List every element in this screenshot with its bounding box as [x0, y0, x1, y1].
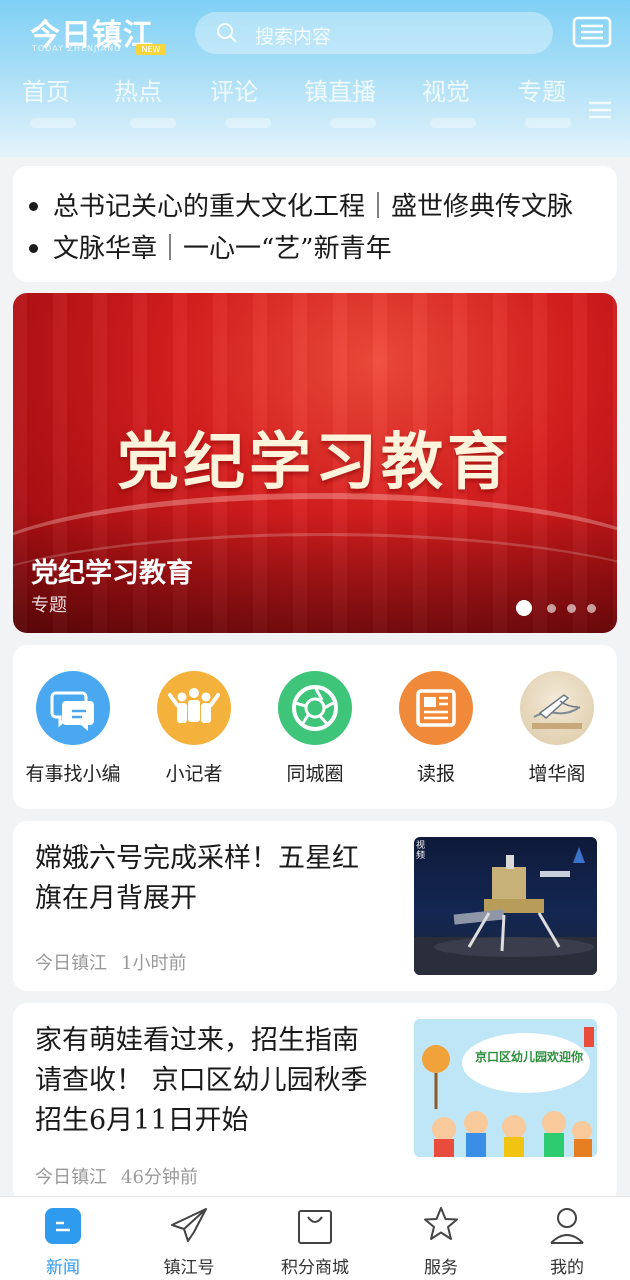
news-title-line: 请查收！ 京口区幼儿园秋季 [35, 1065, 368, 1096]
quick-link-label: 读报 [416, 763, 455, 785]
nav-label: 服务 [424, 1258, 458, 1278]
nav-label: 积分商城 [281, 1258, 349, 1278]
app-logo[interactable]: 今日镇江 TODAY ZHENJIANG NEW [30, 10, 170, 56]
news-time: 1小时前 [121, 953, 187, 974]
thumb-caption: 京口区幼儿园欢迎你 [474, 1050, 583, 1064]
logo-badge: NEW [136, 44, 166, 55]
quick-link-zenghuage[interactable]: 增华阁 [497, 671, 617, 791]
banner-carousel[interactable]: 党纪学习教育 党纪学习教育 专题 [13, 293, 617, 633]
news-title-line: 家有萌娃看过来，招生指南 [35, 1025, 359, 1056]
lunar-lander-image [414, 847, 597, 975]
news-item[interactable]: 嫦娥六号完成采样！五星红 旗在月背展开 今日镇江 1小时前 视频 [13, 821, 617, 991]
banner-subtitle: 专题 [31, 595, 67, 616]
tab-topic[interactable]: 专题 [518, 72, 566, 107]
shopping-bag-icon [298, 1210, 332, 1244]
nav-label: 新闻 [46, 1258, 80, 1278]
secondary-tabs-faded [0, 118, 630, 138]
quick-link-circle [399, 671, 473, 745]
quick-link-newspaper[interactable]: 读报 [376, 671, 496, 791]
search-icon [217, 23, 237, 43]
nav-news[interactable]: 新闻 [0, 1197, 126, 1280]
quick-link-label: 同城圈 [286, 763, 344, 785]
thumb-video-label: 视频 [416, 841, 426, 861]
banner-title: 党纪学习教育 [31, 558, 193, 589]
carousel-dot[interactable] [587, 604, 596, 613]
carousel-dot-active[interactable] [516, 600, 532, 616]
kids-icon [168, 688, 220, 723]
nav-me[interactable]: 我的 [504, 1197, 630, 1280]
search-bar[interactable]: 搜索内容 [195, 12, 553, 54]
nav-zhenjiang-hao[interactable]: 镇江号 [126, 1197, 252, 1280]
news-title-line: 嫦娥六号完成采样！五星红 [35, 843, 359, 874]
nav-services[interactable]: 服务 [378, 1197, 504, 1280]
quick-link-label: 增华阁 [528, 763, 586, 785]
headline-item[interactable]: 总书记关心的重大文化工程｜盛世修典传文脉 [53, 186, 573, 223]
quick-links-card: 有事找小编 小记者 同城圈 读报 增华阁 [13, 645, 617, 809]
aperture-icon [292, 685, 338, 731]
paper-plane-icon [171, 1208, 207, 1242]
news-title: 家有萌娃看过来，招生指南 请查收！ 京口区幼儿园秋季 招生6月11日开始 [35, 1021, 368, 1141]
logo-subtitle: TODAY ZHENJIANG [32, 44, 122, 53]
quick-link-circle [278, 671, 352, 745]
quick-link-label: 有事找小编 [25, 763, 121, 785]
nav-label: 镇江号 [163, 1258, 215, 1278]
quick-link-label: 小记者 [165, 763, 223, 785]
news-thumbnail[interactable]: 京口区幼儿园欢迎你 [414, 1019, 597, 1157]
bottom-navigation: 新闻 镇江号 积分商城 服务 我的 [0, 1196, 630, 1280]
quick-link-circle [157, 671, 231, 745]
bullet-dot [29, 202, 38, 211]
headline-item[interactable]: 文脉华章｜一心一“艺”新青年 [53, 228, 392, 265]
news-icon [45, 1208, 81, 1244]
star-icon [424, 1207, 458, 1240]
bullet-dot [29, 244, 38, 253]
chat-icon [50, 691, 94, 731]
nav-label: 我的 [550, 1258, 584, 1278]
carousel-indicator [516, 600, 606, 616]
tab-comment[interactable]: 评论 [210, 72, 258, 107]
quick-link-reporter[interactable]: 小记者 [134, 671, 254, 791]
quick-link-circle [520, 671, 594, 745]
news-meta: 今日镇江 46分钟前 [35, 1163, 212, 1189]
news-thumbnail[interactable]: 视频 [414, 837, 597, 975]
news-source: 今日镇江 [35, 1167, 107, 1188]
pen-icon [532, 694, 582, 729]
tab-live[interactable]: 镇直播 [304, 72, 376, 107]
news-meta: 今日镇江 1小时前 [35, 949, 200, 975]
epaper-icon[interactable] [572, 15, 612, 49]
news-item[interactable]: 家有萌娃看过来，招生指南 请查收！ 京口区幼儿园秋季 招生6月11日开始 今日镇… [13, 1003, 617, 1203]
search-placeholder: 搜索内容 [255, 26, 332, 48]
quick-link-circle [36, 671, 110, 745]
kindergarten-image [414, 1019, 597, 1157]
quick-link-editor[interactable]: 有事找小编 [13, 671, 133, 791]
user-icon [550, 1208, 584, 1244]
news-title-line: 招生6月11日开始 [35, 1105, 249, 1136]
app-header: 今日镇江 TODAY ZHENJIANG NEW 搜索内容 首页 热点 评论 镇… [0, 0, 630, 157]
tab-hot[interactable]: 热点 [114, 72, 162, 107]
banner-image-text: 党纪学习教育 [116, 425, 513, 498]
nav-points-mall[interactable]: 积分商城 [252, 1197, 378, 1280]
tab-visual[interactable]: 视觉 [422, 72, 470, 107]
quick-link-circle-community[interactable]: 同城圈 [255, 671, 375, 791]
news-title: 嫦娥六号完成采样！五星红 旗在月背展开 [35, 839, 359, 919]
news-source: 今日镇江 [35, 953, 107, 974]
tab-home[interactable]: 首页 [22, 72, 70, 107]
news-time: 46分钟前 [121, 1167, 198, 1188]
channel-tabs: 首页 热点 评论 镇直播 视觉 专题 [0, 72, 590, 112]
carousel-dot[interactable] [547, 604, 556, 613]
carousel-dot[interactable] [567, 604, 576, 613]
newspaper-icon [416, 689, 456, 727]
news-title-line: 旗在月背展开 [35, 883, 197, 914]
headlines-card: 总书记关心的重大文化工程｜盛世修典传文脉 文脉华章｜一心一“艺”新青年 [13, 166, 617, 282]
